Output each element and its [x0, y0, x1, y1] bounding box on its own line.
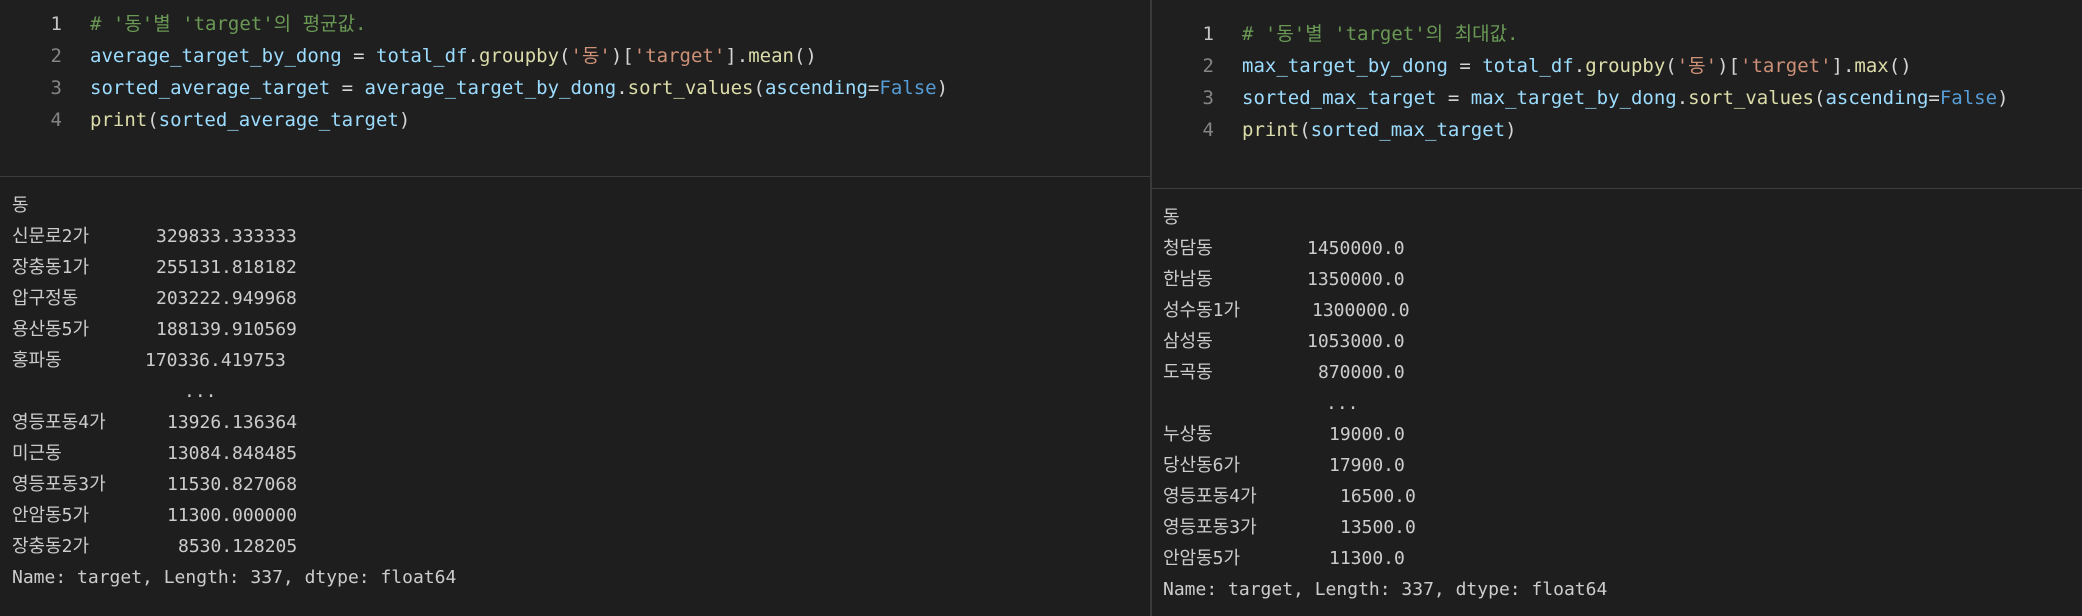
- output-row: 홍파동 170336.419753: [12, 350, 286, 371]
- output-row: 영등포동4가 16500.0: [1163, 486, 1416, 507]
- notebook-cell-right: 1 # '동'별 'target'의 최대값. 2 max_target_by_…: [1152, 0, 2082, 616]
- output-row: 청담동 1450000.0: [1163, 238, 1405, 259]
- output-footer: Name: target, Length: 337, dtype: float6…: [1163, 579, 1608, 600]
- line-number: 4: [50, 109, 62, 131]
- output-row: 성수동1가 1300000.0: [1163, 300, 1410, 321]
- code-line-1[interactable]: # '동'별 'target'의 평균값.: [90, 8, 366, 40]
- output-row: 장충동1가 255131.818182: [12, 257, 297, 278]
- code-line-2[interactable]: average_target_by_dong = total_df.groupb…: [90, 40, 817, 72]
- line-number: 2: [50, 45, 62, 67]
- output-header: 동: [12, 195, 29, 216]
- line-number: 2: [1202, 55, 1214, 77]
- output-row: 장충동2가 8530.128205: [12, 536, 298, 557]
- code-line-4[interactable]: print(sorted_average_target): [90, 104, 410, 136]
- output-row: 당산동6가 17900.0: [1163, 455, 1405, 476]
- line-number: 1: [50, 13, 62, 35]
- notebook-cell-left: 1 # '동'별 'target'의 평균값. 2 average_target…: [0, 0, 1150, 616]
- line-number: 3: [50, 77, 62, 99]
- code-line-3[interactable]: sorted_max_target = max_target_by_dong.s…: [1242, 82, 2009, 114]
- output-footer: Name: target, Length: 337, dtype: float6…: [12, 567, 457, 588]
- output-row: 신문로2가 329833.333333: [12, 226, 297, 247]
- output-ellipsis: ...: [1326, 393, 1359, 414]
- output-row: 누상동 19000.0: [1163, 424, 1405, 445]
- line-number: 3: [1202, 87, 1214, 109]
- output-row: 영등포동4가 13926.136364: [12, 412, 298, 433]
- output-row: 영등포동3가 11530.827068: [12, 474, 298, 495]
- code-line-2[interactable]: max_target_by_dong = total_df.groupby('동…: [1242, 50, 1912, 82]
- code-editor-left[interactable]: 1 # '동'별 'target'의 평균값. 2 average_target…: [0, 0, 1150, 177]
- code-line-1[interactable]: # '동'별 'target'의 최대값.: [1242, 18, 1518, 50]
- output-ellipsis: ...: [184, 381, 217, 402]
- cell-output-right: 동 청담동 1450000.0 한남동 1350000.0 성수동1가 1300000…: [1152, 190, 2082, 616]
- output-row: 미근동 13084.848485: [12, 443, 298, 464]
- code-line-3[interactable]: sorted_average_target = average_target_b…: [90, 72, 948, 104]
- output-row: 안암동5가 11300.0: [1163, 548, 1405, 569]
- line-number: 1: [1202, 23, 1214, 45]
- code-editor-right[interactable]: 1 # '동'별 'target'의 최대값. 2 max_target_by_…: [1152, 0, 2082, 189]
- output-row: 용산동5가 188139.910569: [12, 319, 297, 340]
- cell-output-left: 동 신문로2가 329833.333333 장충동1가 255131.818182 …: [0, 178, 1150, 616]
- output-row: 도곡동 870000.0: [1163, 362, 1405, 383]
- line-number: 4: [1202, 119, 1214, 141]
- output-row: 한남동 1350000.0: [1163, 269, 1405, 290]
- output-row: 안암동5가 11300.000000: [12, 505, 298, 526]
- output-header: 동: [1163, 207, 1180, 228]
- output-row: 영등포동3가 13500.0: [1163, 517, 1416, 538]
- output-row: 삼성동 1053000.0: [1163, 331, 1405, 352]
- code-line-4[interactable]: print(sorted_max_target): [1242, 114, 1517, 146]
- output-row: 압구정동 203222.949968: [12, 288, 297, 309]
